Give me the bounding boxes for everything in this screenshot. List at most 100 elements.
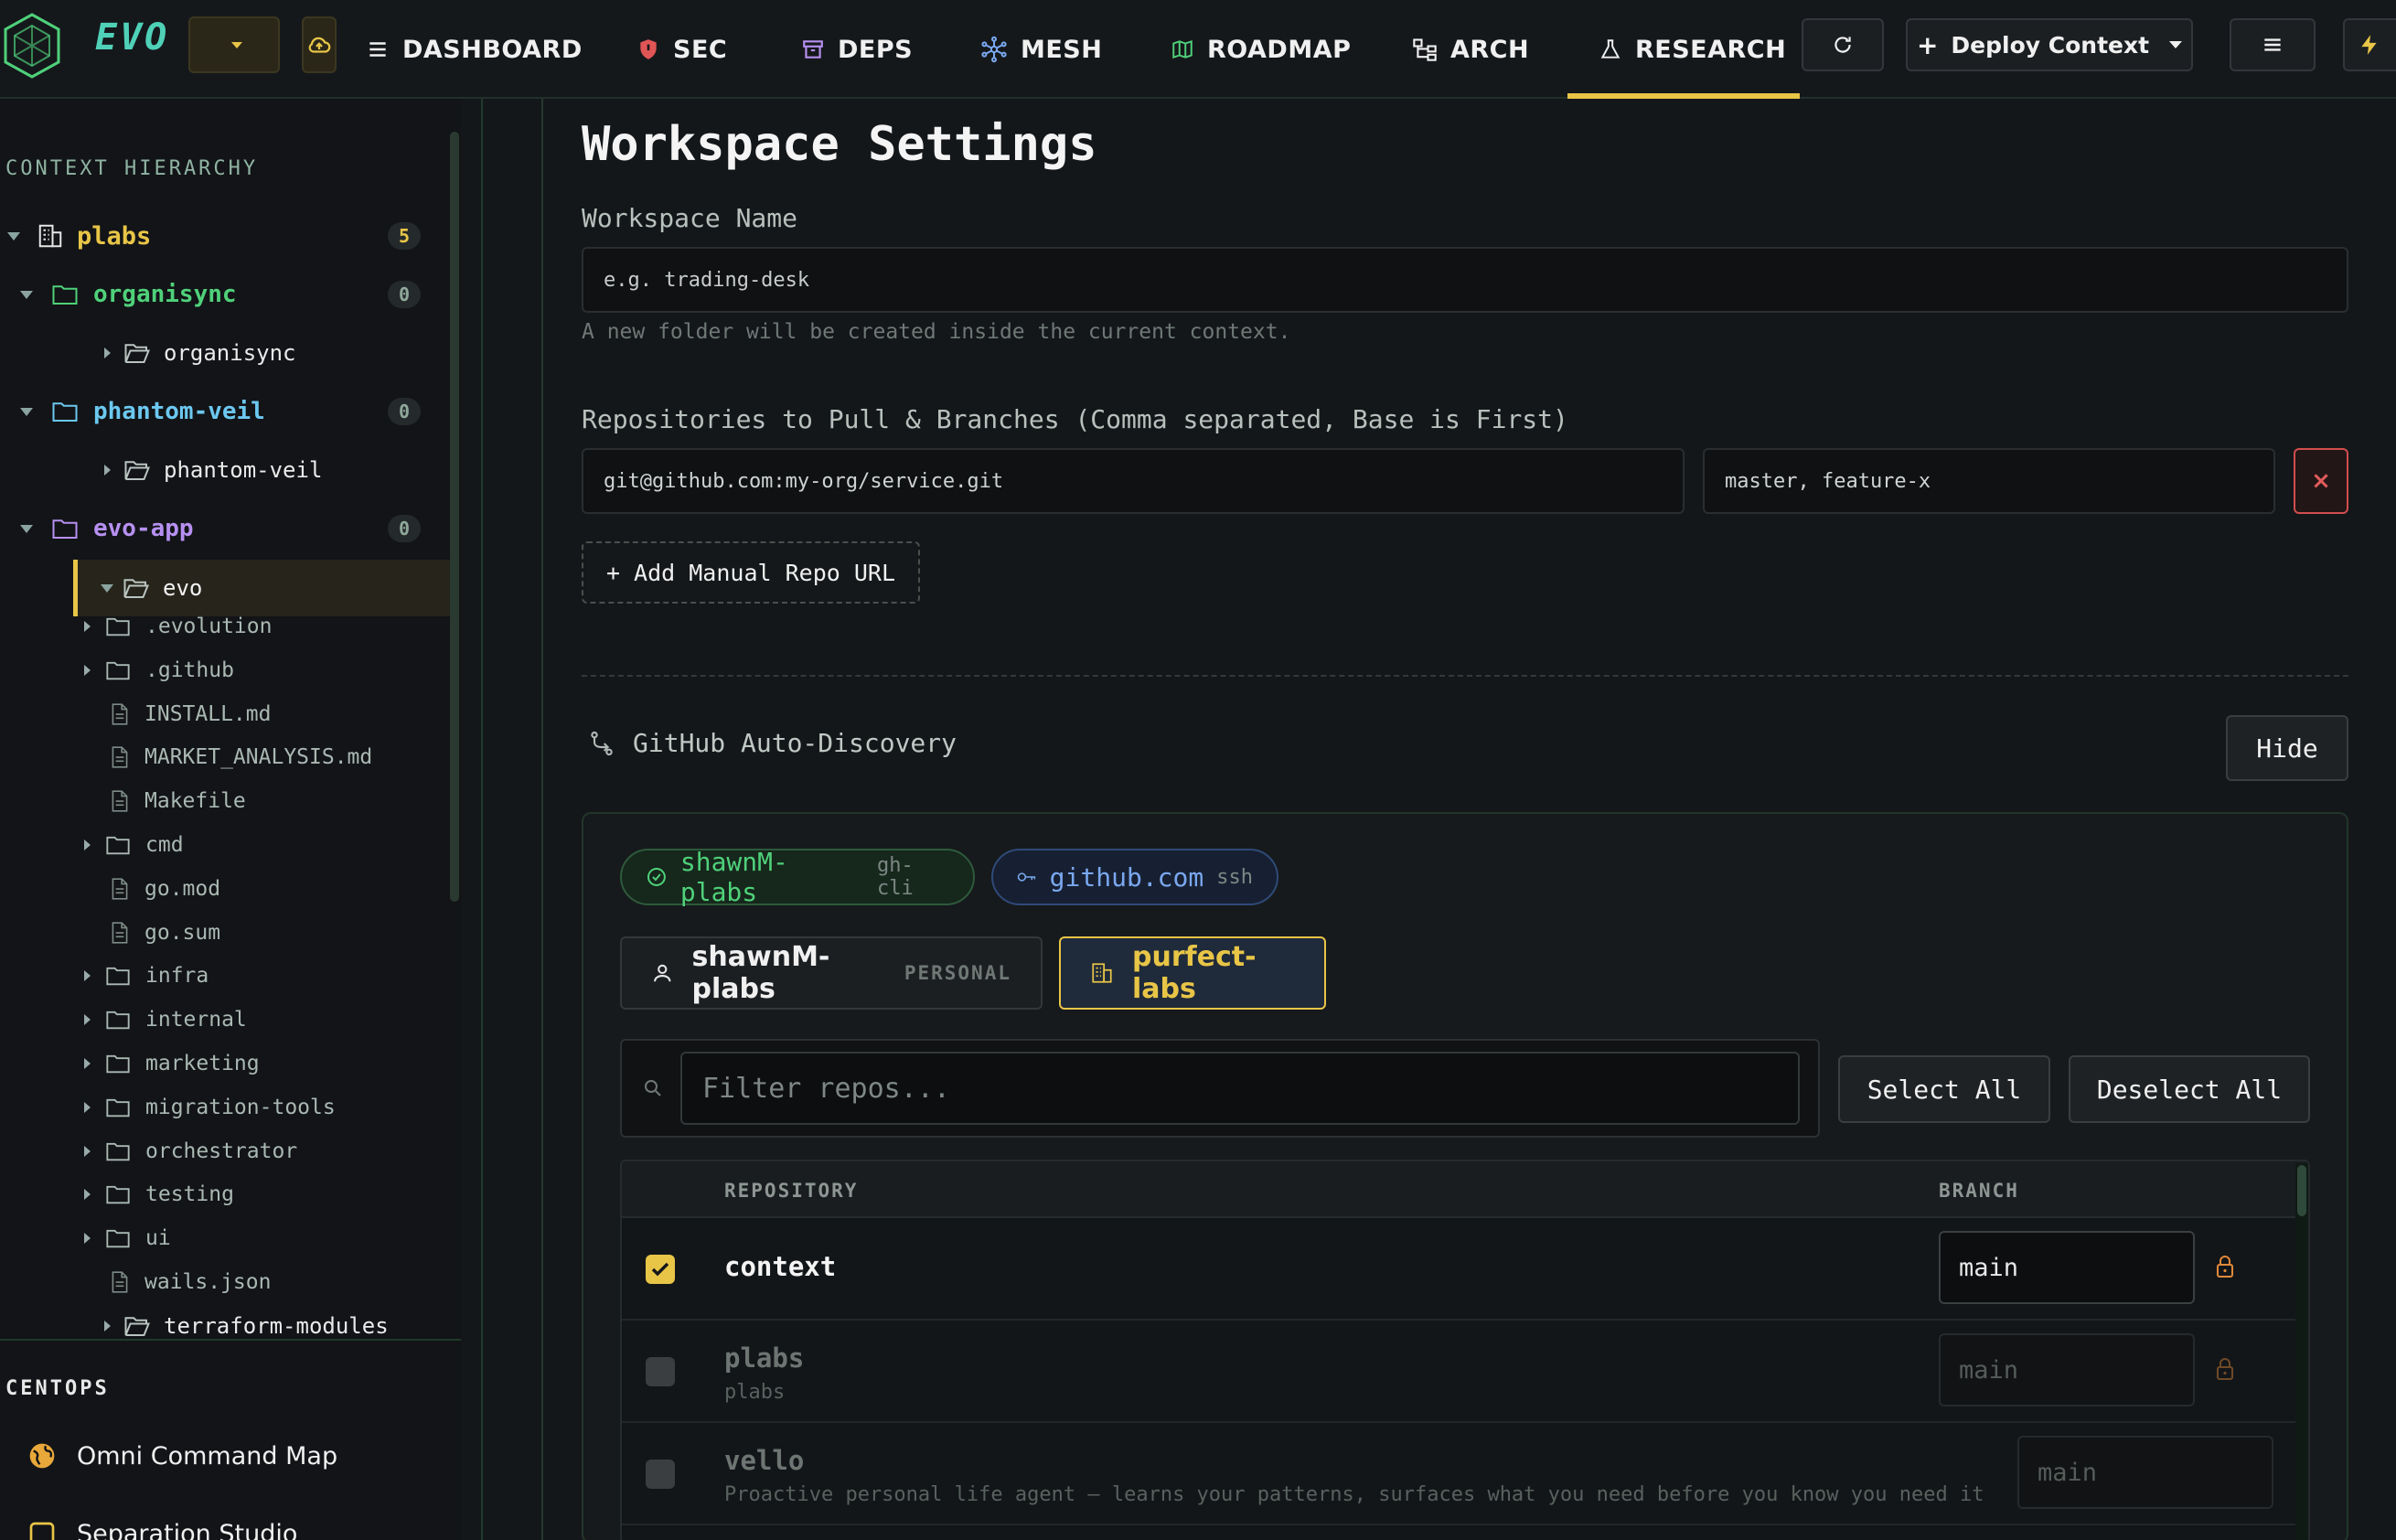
table-row[interactable]: context main [622,1218,2308,1321]
context-selector[interactable] [188,16,280,73]
repo-name: context [724,1251,837,1282]
chevron-right-icon [84,1189,91,1201]
tree-group-organisync[interactable]: organisync 0 [0,267,448,322]
tree-folder-item[interactable]: testing [84,1182,234,1206]
lock-icon [2217,1256,2233,1278]
tree-root-plabs[interactable]: plabs 5 [0,209,448,263]
tree-count-badge: 0 [388,281,421,308]
tree-item-label: infra [145,964,209,989]
deploy-context-button[interactable]: + Deploy Context [1906,18,2193,71]
workspace-helper-text: A new folder will be created inside the … [582,320,1291,344]
tab-research[interactable]: RESEARCH [1599,0,1786,99]
tree-folder-item[interactable]: internal [84,1008,247,1032]
tree-file-item[interactable]: go.sum [110,921,220,945]
chevron-right-icon [84,1233,91,1245]
workspace-name-placeholder: e.g. trading-desk [604,268,810,292]
sidebar-item-omni-command-map[interactable]: Omni Command Map [27,1441,337,1470]
tree-item-evo[interactable]: evo [0,561,448,615]
branch-input[interactable]: main [2017,1436,2273,1509]
sidebar-item-label: Omni Command Map [77,1441,338,1470]
deselect-all-button[interactable]: Deselect All [2069,1055,2310,1123]
tree-file-item[interactable]: INSTALL.md [110,702,271,726]
sidebar-scrollbar[interactable] [450,132,459,902]
chevron-right-icon [104,465,111,476]
table-row[interactable]: plabs plabs main [622,1321,2308,1423]
tree-item-phantom-veil[interactable]: phantom-veil [0,443,448,497]
tab-mesh[interactable]: MESH [980,0,1102,99]
tree-file-item[interactable]: wails.json [110,1270,271,1294]
repo-name: vello [724,1445,805,1476]
tab-research-label: RESEARCH [1635,35,1787,64]
table-scrollbar[interactable] [2295,1163,2308,1540]
tree-item-label: .github [145,658,234,682]
tree-file-item[interactable]: MARKET_ANALYSIS.md [110,745,372,769]
branch-input[interactable]: main [1939,1333,2195,1406]
centops-heading: CENTOPS [5,1377,110,1400]
file-icon [112,790,128,812]
chevron-down-icon [20,524,33,533]
auth-user-method: gh-cli [876,854,914,900]
account-tab-personal[interactable]: shawnM-plabs PERSONAL [620,936,1043,1010]
tree-file-item[interactable]: go.mod [110,877,220,901]
tree-item-label: MARKET_ANALYSIS.md [144,745,373,770]
tree-folder-item[interactable]: ui [84,1226,171,1250]
repo-checkbox[interactable] [646,1357,675,1386]
plus-icon: + [1916,29,1939,60]
tree-group-phantom-veil[interactable]: phantom-veil 0 [0,384,448,439]
hide-discovery-button[interactable]: Hide [2226,715,2348,781]
branches-input[interactable]: master, feature-x [1703,448,2275,514]
add-manual-repo-button[interactable]: + Add Manual Repo URL [582,541,920,604]
tab-dashboard[interactable]: DASHBOARD [366,0,583,99]
tree-folder-item[interactable]: cmd [84,833,184,857]
remove-repo-button[interactable]: × [2294,448,2348,514]
tree-item-label: .evolution [145,615,273,638]
menu-button[interactable] [2230,18,2316,71]
tab-roadmap[interactable]: ROADMAP [1171,0,1351,99]
tree-group-label: evo-app [93,515,194,542]
branch-input[interactable]: main [1939,1231,2195,1304]
tree-folder-item[interactable]: migration-tools [84,1096,336,1119]
account-name: purfect-labs [1131,941,1257,1005]
folder-open-icon [124,344,150,363]
folder-icon [106,661,130,680]
filter-repos-input[interactable]: Filter repos... [680,1052,1800,1125]
tab-arch[interactable]: ARCH [1412,0,1529,99]
tree-folder-item[interactable]: infra [84,964,209,988]
tree-folder-item[interactable]: .evolution [84,615,272,638]
account-tab-purfect-labs[interactable]: purfect-labs [1059,936,1326,1010]
tree-folder-item[interactable]: orchestrator [84,1139,297,1163]
tree-folder-item[interactable]: marketing [84,1052,260,1075]
repo-checkbox[interactable] [646,1460,675,1489]
folder-icon [106,968,130,986]
quick-action-button[interactable] [2343,18,2396,71]
tree-item-label: orchestrator [145,1139,298,1163]
context-hierarchy-heading: CONTEXT HIERARCHY [5,157,259,180]
cloud-sync-button[interactable] [302,16,337,73]
table-scrollbar-thumb[interactable] [2297,1165,2306,1216]
tree-group-label: organisync [93,281,237,308]
tab-sec[interactable]: SEC [636,0,727,99]
close-icon: × [2311,467,2331,495]
tree-item-partial[interactable]: terraform-modules [0,1310,448,1342]
tree-folder-item[interactable]: .github [84,658,234,682]
tree-item-label: go.mod [144,876,221,901]
tab-deps[interactable]: DEPS [801,0,913,99]
workspace-name-input[interactable]: e.g. trading-desk [582,247,2348,313]
tree-item-label: evo [163,575,203,601]
repo-checkbox[interactable] [646,1255,675,1284]
tree-group-evo-app[interactable]: evo-app 0 [0,501,448,556]
archive-box-icon [803,40,823,59]
chevron-down-icon [20,290,33,299]
tree-file-item[interactable]: Makefile [110,789,246,813]
sidebar-item-separation-studio[interactable]: Separation Studio [27,1520,297,1540]
table-row[interactable]: vello Proactive personal life agent — le… [622,1423,2308,1525]
github-discovery-heading: GitHub Auto-Discovery [587,728,957,758]
repo-url-input[interactable]: git@github.com:my-org/service.git [582,448,1685,514]
tree-item-organisync[interactable]: organisync [0,326,448,380]
tree-item-label: INSTALL.md [144,701,272,726]
auth-host-method: ssh [1216,865,1253,889]
top-navigation-bar: EVO DASHBOARD SEC DEPS MESH ROADMAP ARCH… [0,0,2396,99]
select-all-button[interactable]: Select All [1838,1055,2050,1123]
refresh-button[interactable] [1802,18,1884,71]
file-icon [112,1271,128,1293]
